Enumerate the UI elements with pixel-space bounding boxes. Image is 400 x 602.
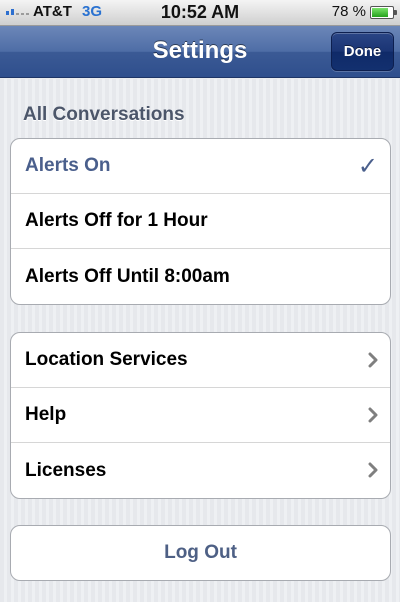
option-label: Alerts On — [25, 155, 111, 176]
battery-icon — [370, 6, 397, 19]
links-group: Location Services Help Licenses — [10, 332, 391, 499]
chevron-right-icon — [368, 352, 378, 368]
done-button[interactable]: Done — [331, 32, 394, 71]
section-header-conversations: All Conversations — [23, 104, 185, 125]
help-row[interactable]: Help — [11, 388, 390, 443]
alerts-off-1-hour-option[interactable]: Alerts Off for 1 Hour — [11, 194, 390, 249]
settings-content: All Conversations Alerts On ✓ Alerts Off… — [0, 79, 400, 602]
row-label: Licenses — [25, 459, 107, 481]
alerts-off-until-option[interactable]: Alerts Off Until 8:00am — [11, 249, 390, 304]
alerts-on-option[interactable]: Alerts On ✓ — [11, 139, 390, 194]
location-services-row[interactable]: Location Services — [11, 333, 390, 388]
row-label: Location Services — [25, 349, 188, 370]
navigation-bar: Settings Done — [0, 26, 400, 78]
row-label: Help — [25, 404, 67, 425]
status-bar: AT&T 3G 10:52 AM 78 % — [0, 0, 400, 26]
log-out-button[interactable]: Log Out — [10, 525, 391, 581]
licenses-row[interactable]: Licenses — [11, 443, 390, 498]
alerts-option-group: Alerts On ✓ Alerts Off for 1 Hour Alerts… — [10, 138, 391, 305]
chevron-right-icon — [368, 407, 378, 423]
option-label: Alerts Off for 1 Hour — [25, 210, 208, 231]
option-label: Alerts Off Until 8:00am — [25, 265, 230, 287]
chevron-right-icon — [368, 462, 378, 478]
battery-percent: 78 % — [331, 3, 366, 20]
checkmark-icon: ✓ — [357, 153, 378, 180]
